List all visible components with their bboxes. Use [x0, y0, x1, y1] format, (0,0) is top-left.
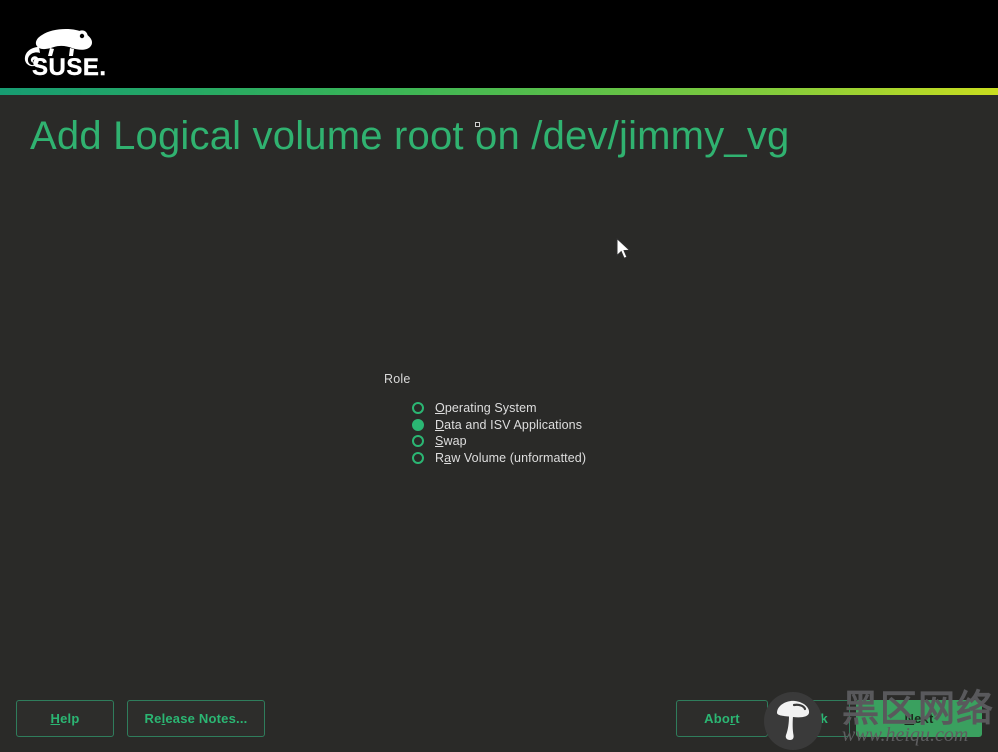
radio-indicator-icon: [412, 402, 424, 415]
top-banner: SUSE.: [0, 0, 998, 88]
radio-label: Data and ISV Applications: [435, 417, 583, 432]
installer-screen: SUSE. Add Logical volume root on /dev/ji…: [0, 0, 998, 752]
suse-chameleon-logo: SUSE.: [12, 26, 124, 78]
bottom-button-bar: Help Re l ease Notes... Abo r t Ba ck Next: [0, 680, 998, 752]
release-notes-button[interactable]: Re l ease Notes...: [127, 700, 265, 737]
radio-label: Operating System: [435, 401, 537, 416]
role-options-list: Operating System Data and ISV Applicatio…: [384, 400, 586, 466]
role-caption: Role: [384, 372, 411, 386]
radio-label: Swap: [435, 434, 467, 449]
role-radio-group: Role Operating System Data and ISV Appli…: [384, 372, 586, 466]
radio-option-operating-system[interactable]: Operating System: [412, 400, 586, 417]
brand-accent-rule: [0, 88, 998, 95]
abort-button[interactable]: Abo r t: [676, 700, 768, 737]
radio-indicator-icon: [412, 451, 424, 464]
main-content: Role Operating System Data and ISV Appli…: [0, 95, 998, 680]
radio-indicator-icon: [412, 418, 424, 431]
next-button[interactable]: Next: [856, 700, 982, 737]
svg-text:SUSE.: SUSE.: [32, 54, 107, 78]
back-button[interactable]: Ba ck: [774, 700, 850, 737]
radio-option-swap[interactable]: Swap: [412, 433, 586, 450]
help-button[interactable]: Help: [16, 700, 114, 737]
radio-option-data-and-isv-applications[interactable]: Data and ISV Applications: [412, 417, 586, 434]
radio-label: Raw Volume (unformatted): [435, 450, 587, 465]
radio-option-raw-volume[interactable]: Raw Volume (unformatted): [412, 450, 586, 467]
radio-indicator-icon: [412, 435, 424, 448]
